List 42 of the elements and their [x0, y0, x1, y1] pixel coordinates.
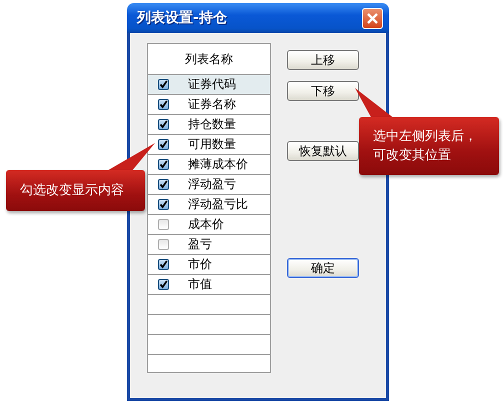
callout-text: 勾选改变显示内容 — [20, 182, 125, 200]
column-name: 浮动盈亏 — [188, 176, 236, 193]
column-name: 可用数量 — [188, 136, 236, 153]
callout-text: 可改变其位置 — [373, 147, 452, 165]
column-name: 证券代码 — [188, 76, 236, 93]
action-button[interactable]: 下移 — [287, 81, 359, 101]
checkbox[interactable] — [158, 79, 169, 90]
checkbox[interactable] — [158, 199, 169, 210]
list-row[interactable]: 摊薄成本价 — [148, 155, 270, 175]
checkbox[interactable] — [158, 119, 169, 130]
close-button[interactable] — [362, 8, 383, 28]
window-title: 列表设置-持仓 — [137, 9, 227, 27]
list-row[interactable]: 盈亏 — [148, 235, 270, 255]
list-row[interactable]: 市价 — [148, 255, 270, 275]
list-row[interactable]: 持仓数量 — [148, 115, 270, 135]
list-row[interactable]: 浮动盈亏 — [148, 175, 270, 195]
action-button[interactable]: 上移 — [287, 50, 359, 70]
list-row[interactable]: 成本价 — [148, 215, 270, 235]
checkbox[interactable] — [158, 259, 169, 270]
checkbox[interactable] — [158, 179, 169, 190]
checkbox[interactable] — [158, 159, 169, 170]
column-name: 市价 — [188, 256, 212, 273]
list-row[interactable]: 市值 — [148, 275, 270, 295]
checkbox[interactable] — [158, 139, 169, 150]
column-name: 市值 — [188, 276, 212, 293]
list-row[interactable]: 证券代码 — [148, 75, 270, 95]
callout-text: 选中左侧列表后， — [373, 128, 478, 146]
column-name: 浮动盈亏比 — [188, 196, 248, 213]
action-button[interactable]: 恢复默认 — [287, 141, 359, 161]
list-row[interactable]: 浮动盈亏比 — [148, 195, 270, 215]
ok-button[interactable]: 确定 — [287, 258, 359, 278]
checkbox[interactable] — [158, 219, 169, 230]
column-name: 证券名称 — [188, 96, 236, 113]
list-row[interactable]: 证券名称 — [148, 95, 270, 115]
checkbox[interactable] — [158, 279, 169, 290]
checkbox[interactable] — [158, 99, 169, 110]
column-name: 摊薄成本价 — [188, 156, 248, 173]
column-name: 成本价 — [188, 216, 224, 233]
checkbox[interactable] — [158, 239, 169, 250]
close-icon — [367, 12, 378, 24]
column-name: 盈亏 — [188, 236, 212, 253]
column-name: 持仓数量 — [188, 116, 236, 133]
